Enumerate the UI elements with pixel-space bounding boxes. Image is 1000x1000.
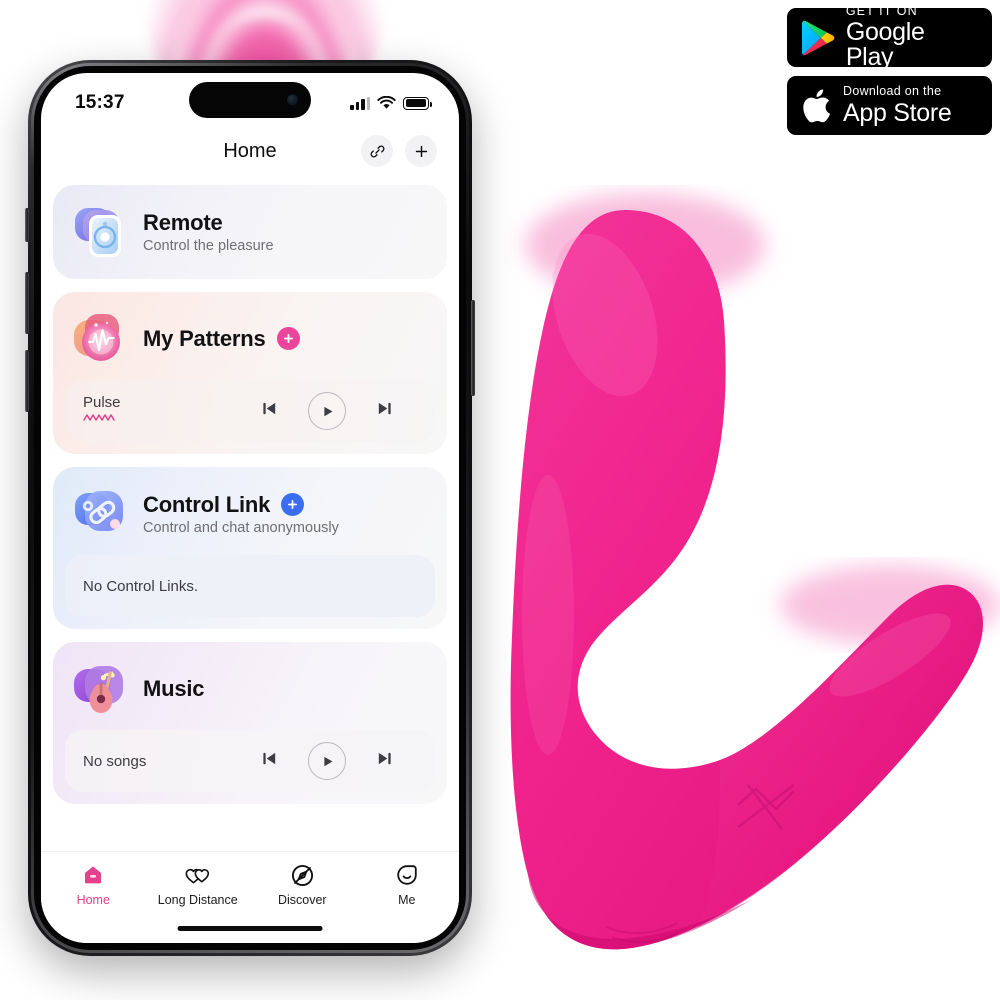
battery-full-icon [403, 96, 432, 110]
tab-long-distance[interactable]: Long Distance [146, 862, 251, 907]
next-pattern-button[interactable] [374, 398, 395, 424]
dynamic-island [189, 82, 311, 118]
card-title: Remote [143, 209, 223, 235]
tab-label: Discover [277, 893, 327, 907]
google-play-badge[interactable]: GET IT ON Google Play [787, 3, 992, 72]
skip-next-icon [378, 402, 391, 415]
status-time: 15:37 [75, 92, 125, 113]
store-badges: GET IT ON Google Play Download on the Ap… [787, 3, 992, 135]
control-link-empty-state: No Control Links. [65, 555, 435, 617]
link-button[interactable] [361, 135, 393, 167]
status-bar: 15:37 [41, 73, 459, 125]
plus-icon [283, 334, 293, 344]
add-button[interactable] [405, 135, 437, 167]
pattern-name: Pulse [83, 394, 121, 411]
music-empty-state-text: No songs [83, 752, 147, 770]
add-control-link-button[interactable] [281, 492, 305, 516]
plus-icon [288, 500, 298, 509]
guitar-music-icon [71, 658, 133, 720]
card-subtitle: Control and chat anonymously [143, 520, 339, 537]
play-pattern-button[interactable] [308, 392, 346, 430]
skip-previous-icon [263, 402, 276, 415]
badge-top-line: GET IT ON [845, 3, 918, 18]
badge-top-line: Download on the [843, 84, 942, 99]
plus-icon [415, 145, 427, 157]
wifi-icon [377, 96, 396, 109]
add-pattern-button[interactable] [276, 327, 300, 351]
card-my-patterns[interactable]: My Patterns Pulse [53, 292, 447, 454]
card-subtitle: Control the pleasure [143, 238, 274, 255]
badge-bottom-line: Google Play [845, 18, 925, 72]
volume-down-button[interactable] [25, 350, 29, 412]
play-icon [323, 406, 332, 416]
smiley-face-icon [395, 862, 419, 888]
google-play-icon [801, 20, 835, 55]
card-title: My Patterns [143, 326, 266, 352]
play-icon [323, 756, 332, 766]
card-music[interactable]: Music No songs [53, 642, 447, 804]
pattern-name-block: Pulse [83, 394, 121, 428]
tab-label: Me [398, 893, 416, 907]
music-player: No songs [65, 730, 435, 792]
app-header: Home [41, 125, 459, 177]
apple-logo-icon [803, 88, 830, 122]
previous-song-button[interactable] [259, 748, 280, 774]
link-icon [370, 145, 384, 157]
home-icon [81, 862, 105, 888]
play-song-button[interactable] [308, 742, 346, 780]
pattern-player: Pulse [65, 380, 435, 442]
tab-me[interactable]: Me [355, 862, 460, 907]
cellular-bars-icon [350, 96, 370, 110]
empty-state-text: No Control Links. [83, 577, 199, 595]
card-remote[interactable]: Remote Control the pleasure [53, 185, 447, 279]
tab-home[interactable]: Home [41, 862, 146, 907]
home-indicator[interactable] [177, 926, 323, 931]
card-title: Control Link [143, 491, 271, 517]
card-control-link[interactable]: Control Link Control and chat anonymousl… [53, 467, 447, 629]
card-title: Music [143, 676, 205, 702]
chain-link-icon [71, 483, 133, 545]
app-store-badge[interactable]: Download on the App Store [787, 76, 992, 135]
phone-screen: 15:37 Home Remote Control the pleasure M… [41, 73, 459, 943]
skip-next-icon [378, 752, 391, 765]
product-image [420, 185, 1000, 975]
pattern-waveform-icon [71, 308, 133, 370]
zigzag-waveform-icon [83, 411, 121, 428]
card-list: Remote Control the pleasure My Patterns … [41, 177, 459, 804]
front-camera-icon [287, 94, 298, 106]
silent-switch-button[interactable] [25, 208, 29, 242]
remote-control-icon [71, 201, 133, 263]
two-hearts-icon [184, 862, 211, 888]
compass-icon [290, 862, 315, 888]
volume-up-button[interactable] [25, 272, 29, 334]
tab-label: Long Distance [157, 893, 238, 907]
tab-discover[interactable]: Discover [250, 862, 355, 907]
previous-pattern-button[interactable] [259, 398, 280, 424]
phone-mockup: 15:37 Home Remote Control the pleasure M… [25, 60, 475, 956]
bottom-tab-bar: Home Long Distance Discover Me [41, 851, 459, 943]
badge-bottom-line: App Store [843, 98, 952, 127]
skip-previous-icon [263, 752, 276, 765]
tab-label: Home [76, 893, 110, 907]
power-button[interactable] [471, 300, 475, 396]
next-song-button[interactable] [374, 748, 395, 774]
